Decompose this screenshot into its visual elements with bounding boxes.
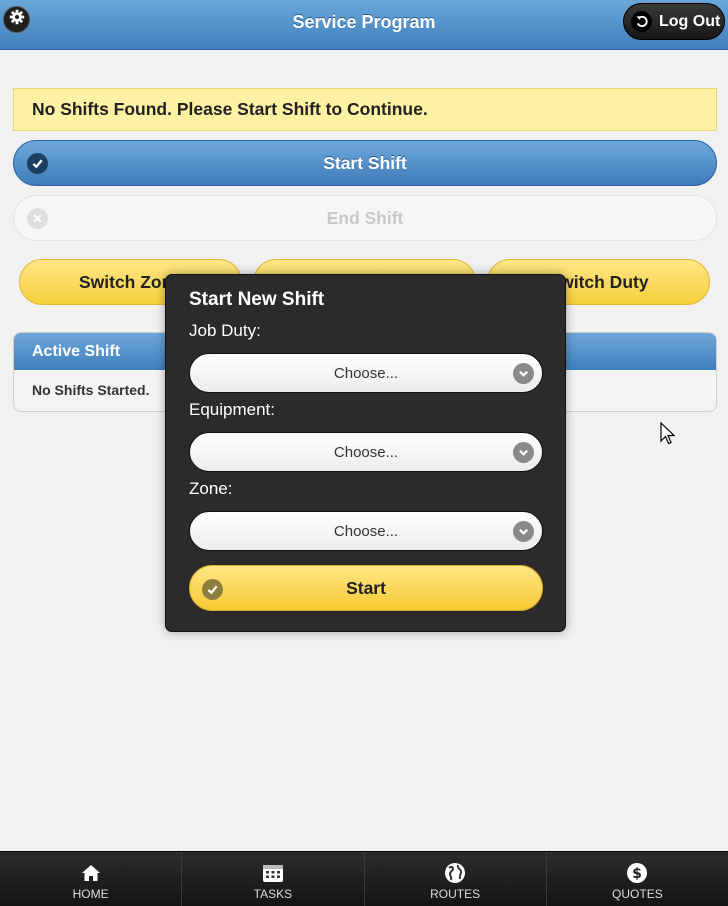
chevron-down-icon [513,363,534,384]
start-shift-button[interactable]: Start Shift [13,140,717,186]
logout-button[interactable]: Log Out [623,3,725,40]
job-duty-select[interactable]: Choose... [189,353,543,393]
end-shift-button[interactable]: End Shift [13,195,717,241]
start-new-shift-dialog: Start New Shift Job Duty: Choose... Equi… [165,274,566,632]
nav-label-quotes: QUOTES [612,887,663,901]
page-title: Service Program [292,12,436,32]
nav-item-routes[interactable]: ROUTES [365,852,547,906]
equipment-value: Choose... [333,443,399,461]
zone-select[interactable]: Choose... [189,511,543,551]
start-button[interactable]: Start [189,565,543,611]
start-shift-label: Start Shift [323,152,407,173]
app-header: Service Program Log Out [0,0,728,50]
close-icon [27,208,48,229]
chevron-down-icon [513,442,534,463]
nav-item-tasks[interactable]: TASKS [182,852,365,906]
nav-label-routes: ROUTES [430,887,481,901]
check-icon [27,153,48,174]
mouse-cursor-icon [660,421,676,451]
nav-label-home: HOME [72,887,109,901]
job-duty-label: Job Duty: [189,321,261,340]
undo-icon [631,11,652,32]
job-duty-value: Choose... [333,364,399,382]
nav-item-home[interactable]: HOME [0,852,183,906]
svg-text:$: $ [633,866,643,882]
equipment-label: Equipment: [189,400,275,419]
zone-value: Choose... [333,522,399,540]
chevron-down-icon [513,521,534,542]
nav-item-quotes[interactable]: $ QUOTES [547,852,728,906]
dialog-title: Start New Shift [189,289,325,310]
check-icon [202,579,223,600]
start-label: Start [346,577,386,598]
zone-label: Zone: [189,479,233,498]
calendar-icon [262,863,284,883]
bottom-nav: HOME TASKS ROUTES $ QUOTES [0,851,728,906]
nav-label-tasks: TASKS [253,887,293,901]
no-shifts-notice: No Shifts Found. Please Start Shift to C… [13,88,717,131]
globe-icon [444,863,466,883]
logout-label: Log Out [659,12,721,30]
equipment-select[interactable]: Choose... [189,432,543,472]
dollar-icon: $ [626,863,648,883]
home-icon [81,863,101,883]
end-shift-label: End Shift [326,207,404,228]
